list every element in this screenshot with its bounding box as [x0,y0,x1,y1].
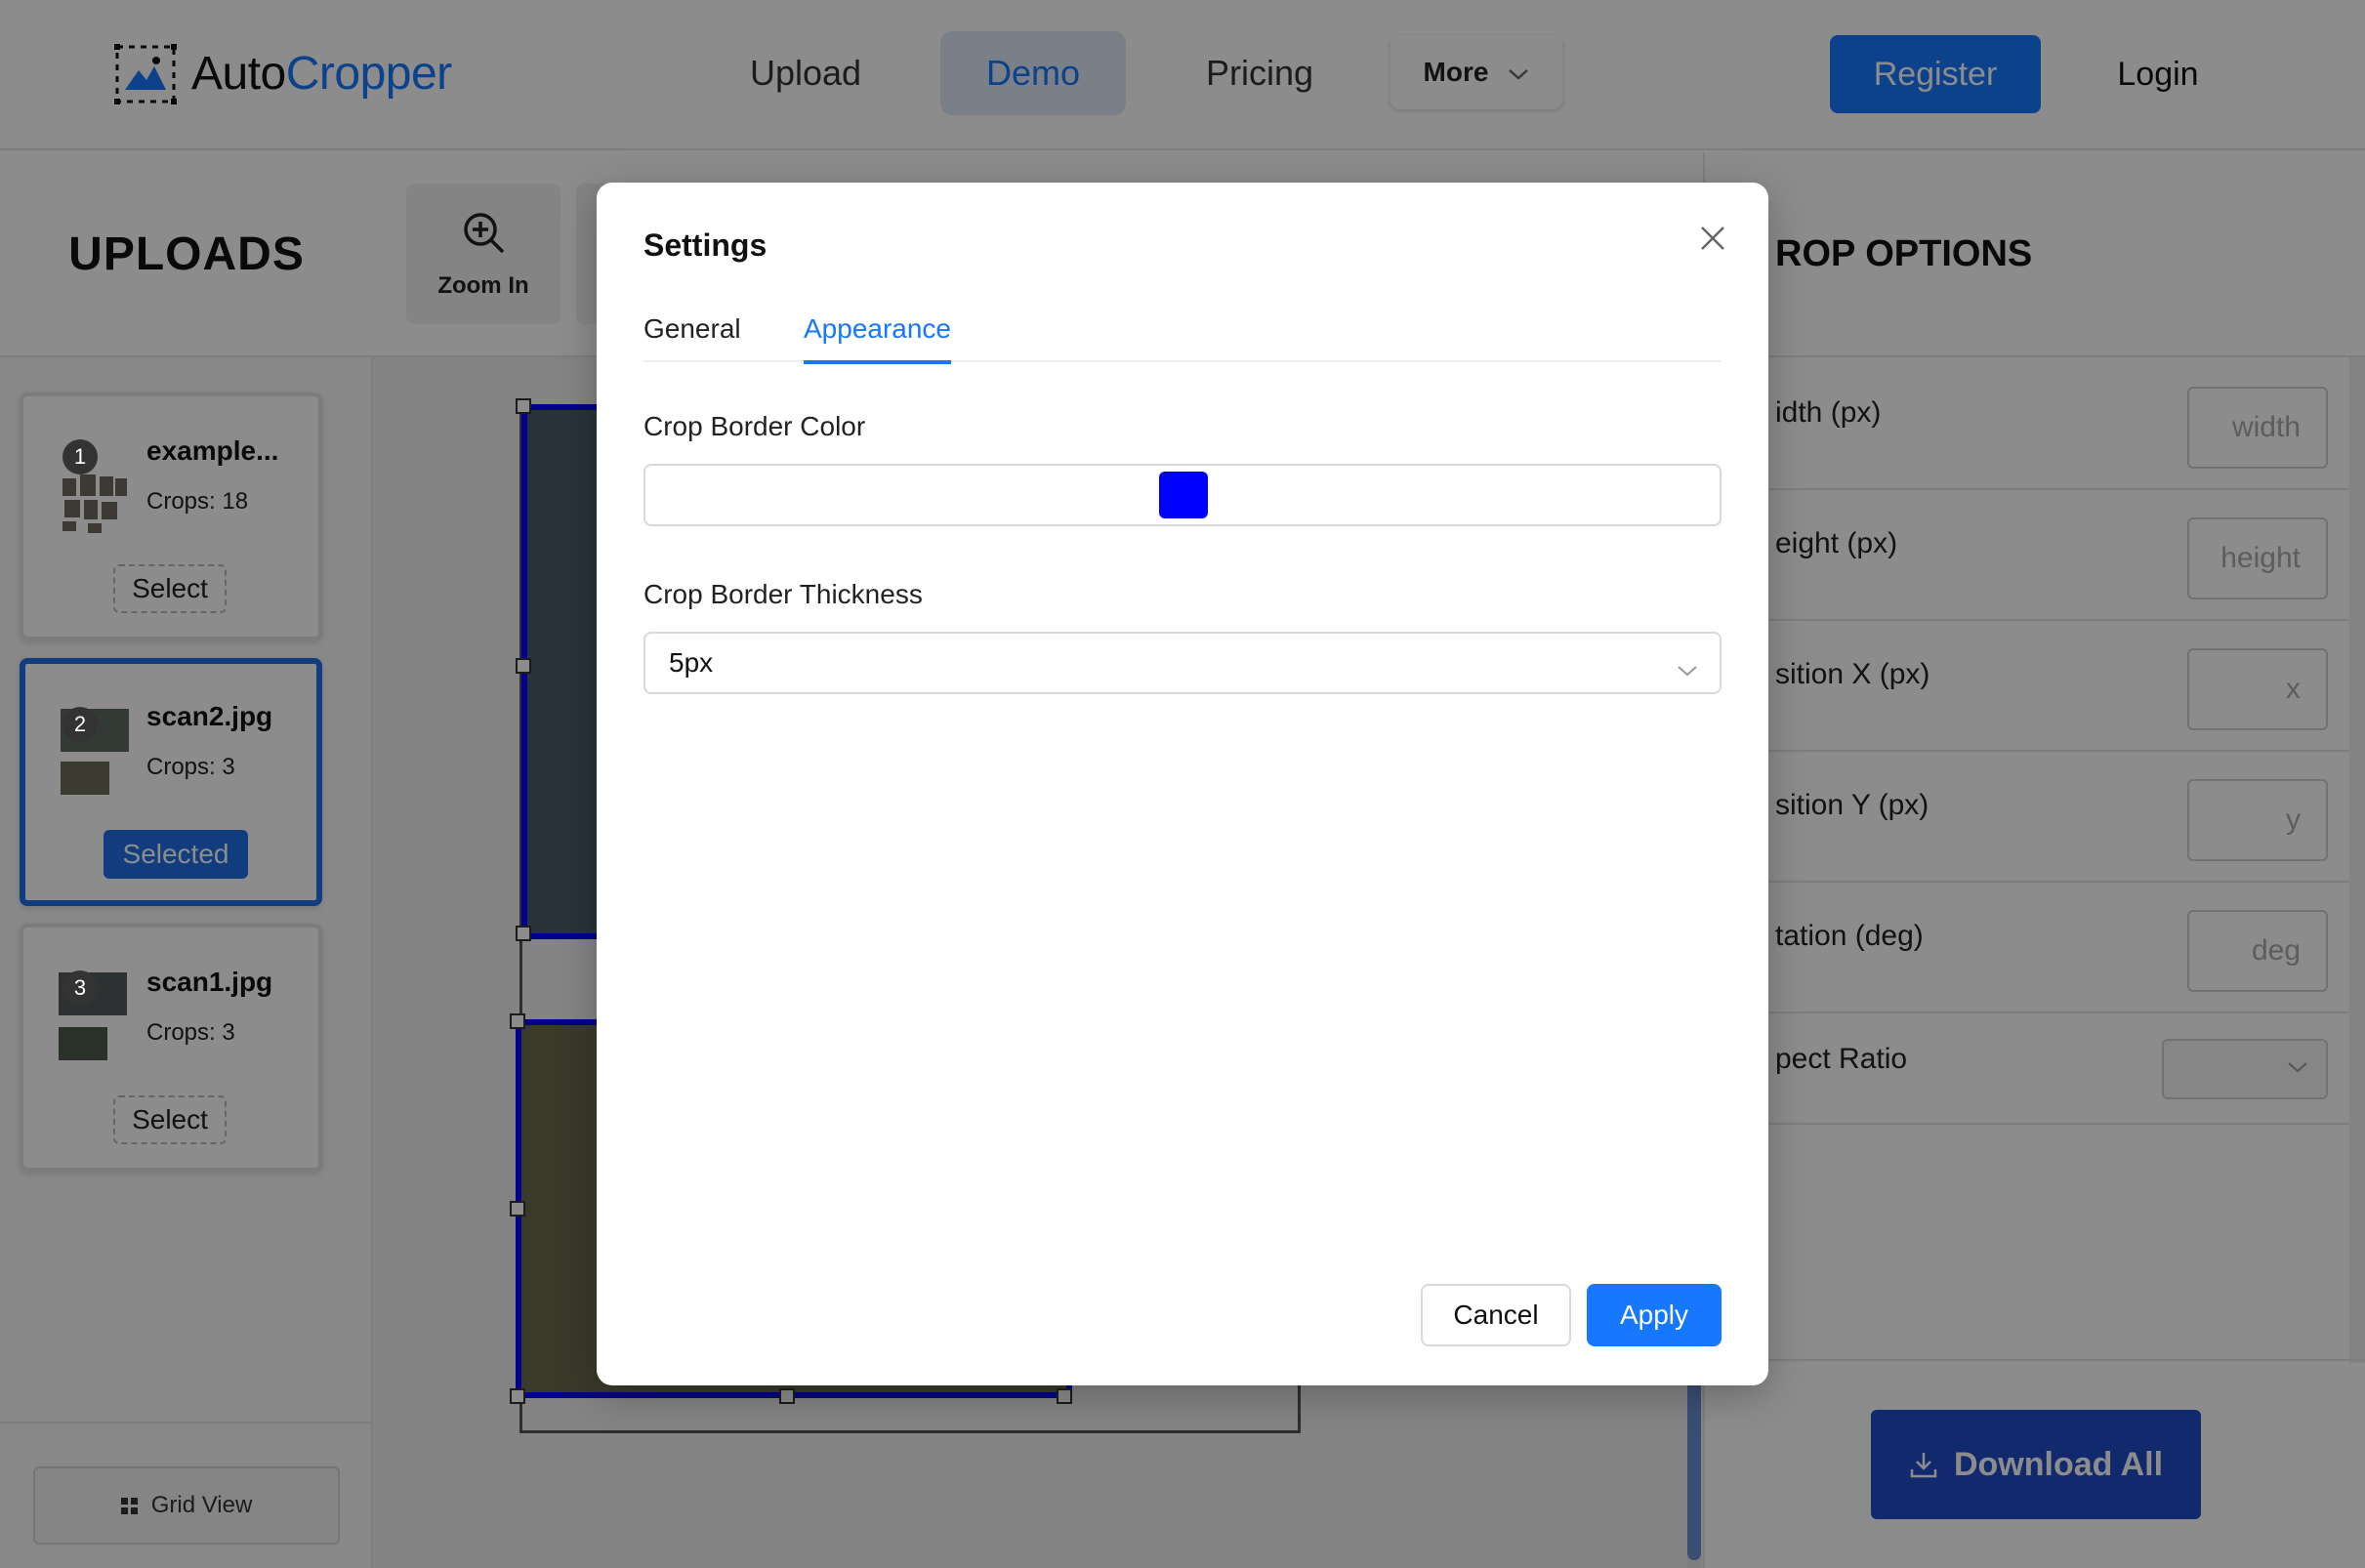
color-swatch[interactable] [1159,472,1208,518]
close-icon[interactable] [1696,222,1729,255]
settings-tabs: General Appearance [643,304,1722,364]
crop-border-color-label: Crop Border Color [643,411,866,441]
chevron-down-icon [1677,653,1698,684]
modal-title: Settings [643,227,768,263]
settings-modal: Settings General Appearance Crop Border … [597,183,1768,1385]
upload-number-badge: 3 [62,970,98,1006]
cancel-button[interactable]: Cancel [1421,1284,1571,1346]
crop-border-color-picker[interactable] [643,464,1722,526]
crop-border-thickness-select[interactable]: 5px [643,632,1722,694]
crop-border-thickness-label: Crop Border Thickness [643,579,923,609]
tab-appearance[interactable]: Appearance [804,304,952,364]
upload-number-badge: 1 [62,439,98,475]
tab-general[interactable]: General [643,304,741,362]
crop-border-thickness-value: 5px [669,647,714,678]
upload-number-badge: 2 [62,707,98,742]
apply-button[interactable]: Apply [1587,1284,1722,1346]
